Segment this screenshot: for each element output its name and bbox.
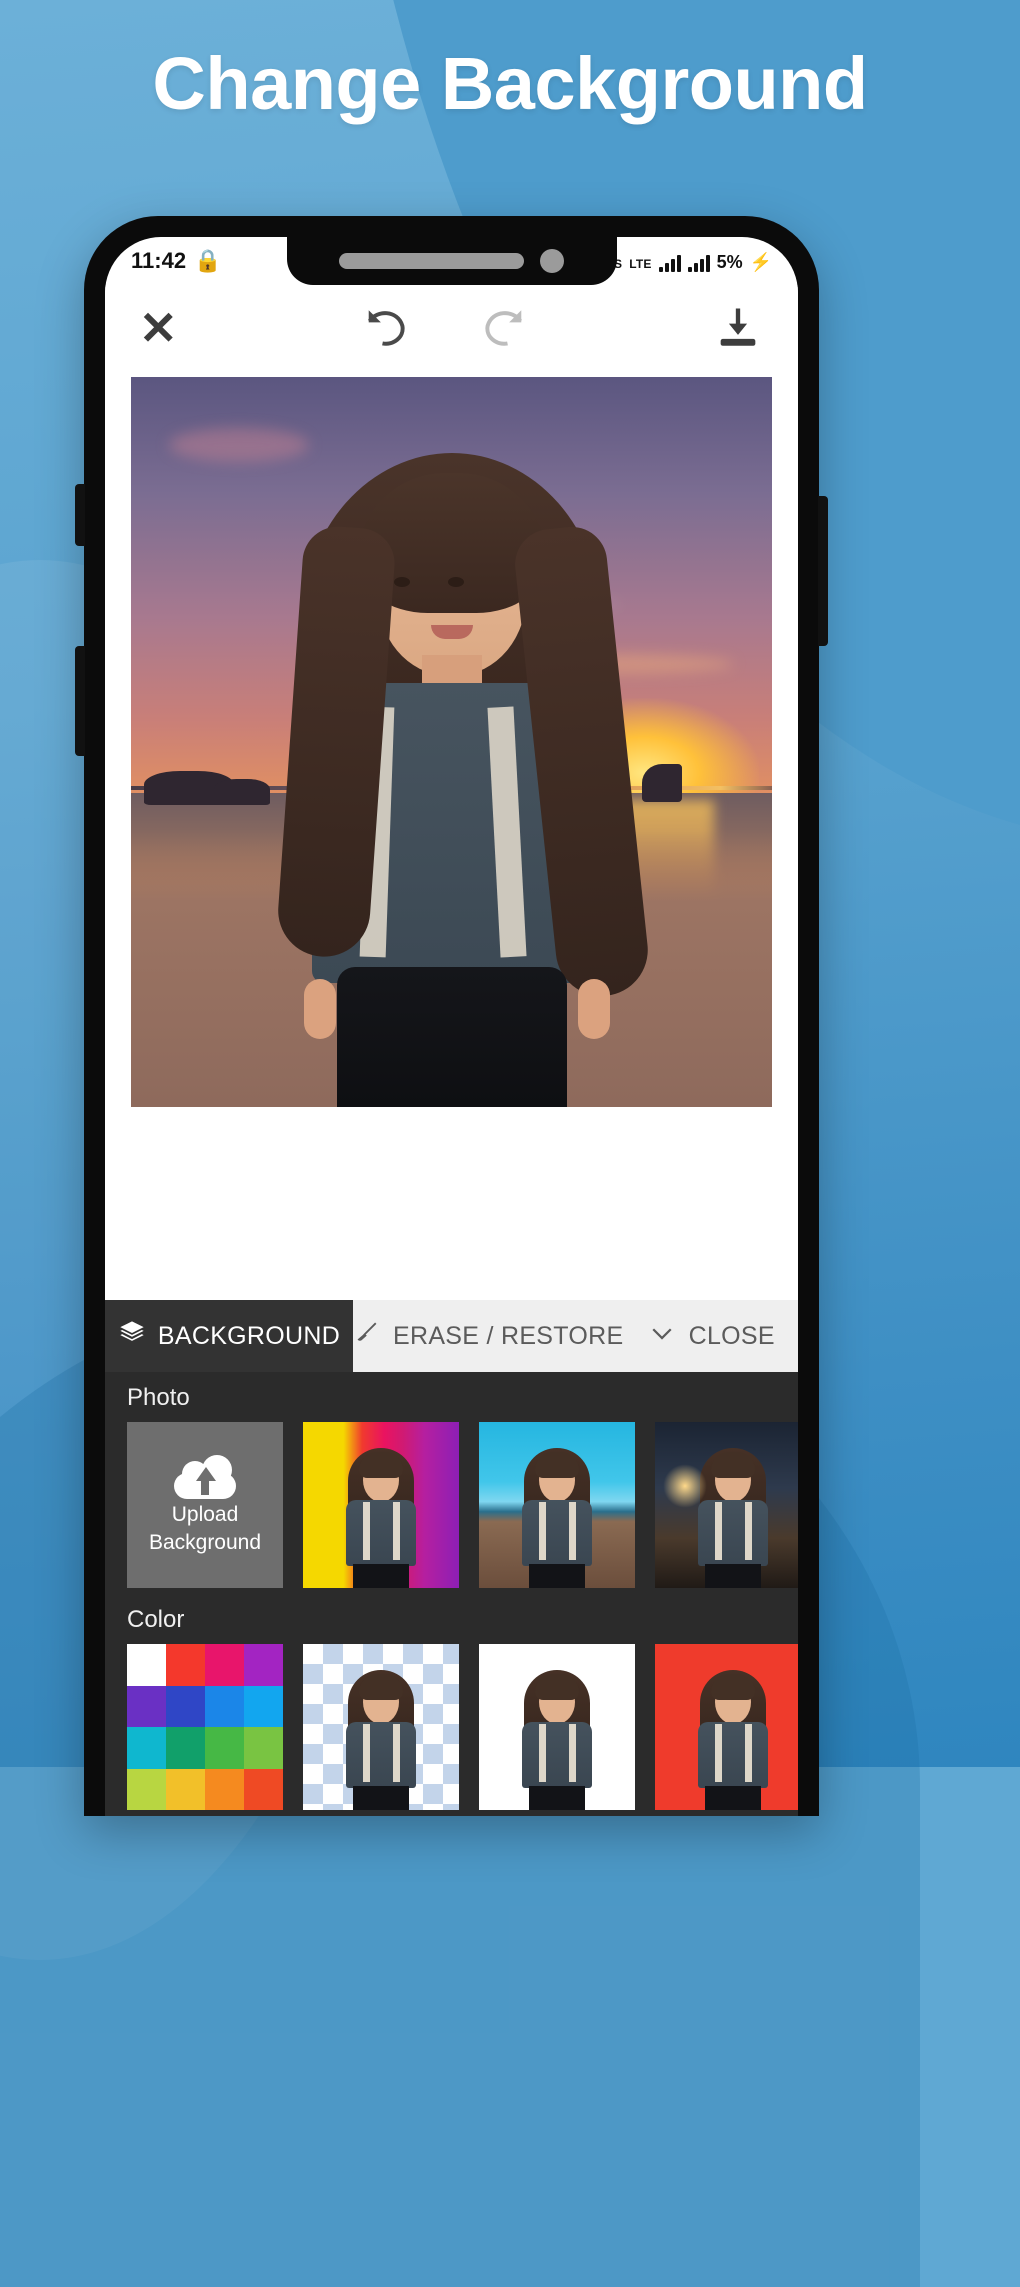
subject-hand [303, 979, 336, 1039]
photo-canvas[interactable] [131, 377, 772, 1107]
data-network-label: LTE [629, 256, 652, 271]
tab-erase-restore-label: ERASE / RESTORE [392, 1321, 624, 1350]
undo-icon[interactable] [358, 300, 414, 356]
phone-volume-button[interactable] [75, 646, 85, 756]
section-photo: Photo Upload Background [105, 1372, 798, 1594]
color-swatch[interactable] [127, 1685, 166, 1727]
color-swatch[interactable] [127, 1727, 166, 1769]
battery-percent: 5% [716, 251, 743, 272]
undo-redo-group [358, 300, 532, 356]
thumbnail-subject [691, 1438, 775, 1588]
background-thumbnail-transparent[interactable] [303, 1644, 459, 1810]
color-swatch[interactable] [166, 1727, 205, 1769]
background-thumbnail-city-bokeh[interactable] [655, 1422, 798, 1588]
color-thumbnail-row[interactable] [127, 1644, 798, 1810]
status-bar-left: 11:42 🔒 [131, 248, 221, 274]
color-swatch[interactable] [244, 1727, 283, 1769]
upload-label-line1: Upload [171, 1502, 239, 1526]
phone-notch [286, 237, 617, 285]
cloud-upload-icon [174, 1454, 236, 1499]
thumbnail-subject [515, 1660, 599, 1810]
background-thumbnail-beach-pier[interactable] [479, 1422, 635, 1588]
thumbnail-subject [691, 1660, 775, 1810]
charging-bolt-icon: ⚡ [749, 251, 772, 272]
color-swatch[interactable] [244, 1685, 283, 1727]
brush-icon [353, 1319, 381, 1354]
photo-thumbnail-row[interactable]: Upload Background [127, 1422, 798, 1588]
subject-eye [447, 577, 464, 587]
bottom-panel: BACKGROUND ERASE / RESTORE CLOSE Photo U… [105, 1300, 798, 1816]
thumbnail-subject [515, 1438, 599, 1588]
signal-bars-sim1-icon [658, 254, 681, 272]
color-swatch[interactable] [205, 1727, 244, 1769]
phone-power-button[interactable] [818, 496, 828, 646]
thumbnail-subject [339, 1660, 423, 1810]
color-swatch[interactable] [244, 1644, 283, 1686]
subject-cutout [242, 407, 662, 1107]
tab-close-panel[interactable]: CLOSE [623, 1300, 798, 1372]
upload-background-button[interactable]: Upload Background [127, 1422, 283, 1588]
color-swatch[interactable] [127, 1644, 166, 1686]
earpiece-speaker-icon [339, 253, 524, 269]
background-thumbnail-red[interactable] [655, 1644, 798, 1810]
color-swatch[interactable] [166, 1768, 205, 1810]
editor-toolbar: ✕ [105, 285, 798, 371]
phone-screen: 11:42 🔒 KB/S LTE 5% ⚡ ✕ [105, 237, 798, 1816]
tab-erase-restore[interactable]: ERASE / RESTORE [353, 1300, 624, 1372]
background-thumbnail-white[interactable] [479, 1644, 635, 1810]
page-title: Change Background [152, 42, 868, 125]
section-photo-title: Photo [127, 1384, 190, 1411]
status-time: 11:42 [131, 248, 187, 273]
subject-hand [577, 979, 610, 1039]
color-swatch[interactable] [127, 1768, 166, 1810]
upload-label-line2: Background [148, 1531, 262, 1554]
color-swatch[interactable] [244, 1768, 283, 1810]
color-palette-picker[interactable] [127, 1644, 283, 1810]
notification-icon: 🔒 [194, 248, 222, 273]
color-swatch[interactable] [166, 1644, 205, 1686]
color-swatch[interactable] [166, 1685, 205, 1727]
phone-mockup: 11:42 🔒 KB/S LTE 5% ⚡ ✕ [75, 216, 828, 1816]
thumbnail-subject [339, 1438, 423, 1588]
tab-background[interactable]: BACKGROUND [105, 1300, 353, 1372]
color-swatch[interactable] [205, 1644, 244, 1686]
redo-icon[interactable] [476, 300, 532, 356]
background-thumbnail-stripes[interactable] [303, 1422, 459, 1588]
tab-bar: BACKGROUND ERASE / RESTORE CLOSE [105, 1300, 798, 1372]
phone-mute-button[interactable] [75, 484, 85, 546]
layers-icon [118, 1319, 146, 1354]
tab-close-label: CLOSE [688, 1321, 775, 1350]
front-camera-icon [540, 249, 564, 273]
tab-background-label: BACKGROUND [157, 1321, 341, 1350]
section-color-title: Color [127, 1606, 185, 1633]
signal-bars-sim2-icon [687, 254, 710, 272]
canvas-wrapper [105, 371, 798, 1107]
subject-eye [393, 577, 410, 587]
chevron-down-icon [647, 1318, 677, 1355]
status-bar-right: KB/S LTE 5% ⚡ [593, 251, 772, 272]
color-swatch[interactable] [205, 1768, 244, 1810]
color-swatch[interactable] [205, 1685, 244, 1727]
download-icon[interactable] [712, 302, 764, 354]
close-x-icon[interactable]: ✕ [139, 305, 178, 351]
color-swatch-grid[interactable] [127, 1644, 283, 1810]
subject-legs [336, 967, 567, 1107]
section-color: Color [105, 1594, 798, 1816]
